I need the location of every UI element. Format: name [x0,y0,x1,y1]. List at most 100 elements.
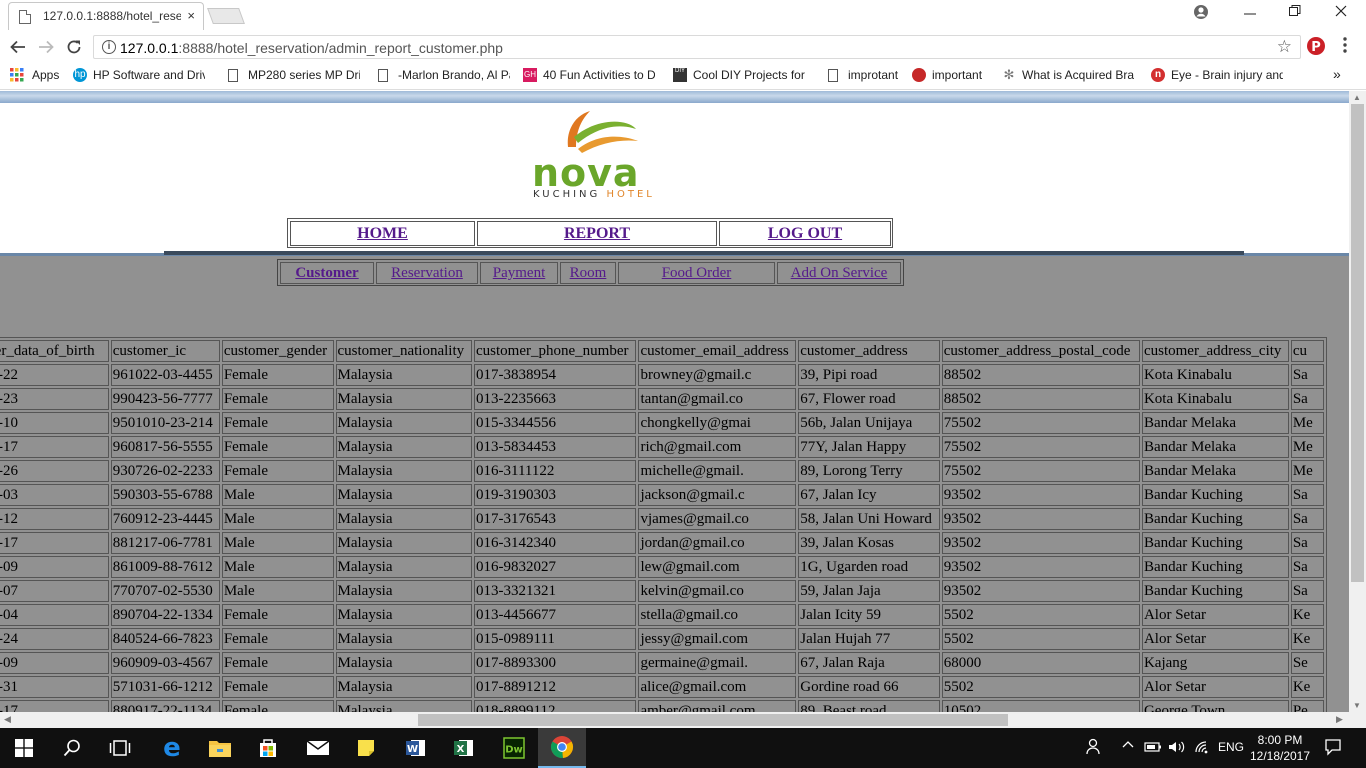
table-cell: 93502 [941,556,1140,578]
scroll-right-icon[interactable]: ▶ [1336,714,1343,725]
bookmark-improtant[interactable]: improtant [828,68,898,82]
table-cell: Female [221,628,334,650]
table-cell: 016-9832027 [474,556,637,578]
forward-icon[interactable] [37,38,55,61]
tab-reservation-link[interactable]: Reservation [391,265,463,281]
volume-icon[interactable] [1168,740,1186,757]
bookmark-mp280[interactable]: MP280 series MP Driv [228,68,360,82]
gh-icon: GH [523,68,537,82]
bookmark-diy[interactable]: DIY Cool DIY Projects for [673,68,805,82]
profile-icon[interactable] [1193,4,1209,23]
taskbar-word[interactable]: W [392,728,440,768]
battery-icon[interactable] [1144,740,1162,757]
scroll-up-icon[interactable]: ▲ [1353,93,1361,102]
bookmark-label: What is Acquired Bra [1022,68,1134,82]
bookmark-apps[interactable]: Apps [10,68,59,82]
pinterest-icon[interactable]: P [1306,36,1326,61]
show-hidden-icons[interactable] [1122,739,1134,754]
taskbar-dreamweaver[interactable]: Dw [490,728,538,768]
nav-logout-link[interactable]: LOG OUT [768,225,842,242]
table-cell: 960817-56-5555 [110,436,220,458]
table-cell: Malaysia [335,364,473,386]
table-cell: Malaysia [335,436,473,458]
bookmark-marlon[interactable]: -Marlon Brando, Al Pa [378,68,510,82]
bookmark-eye[interactable]: n Eye - Brain injury and [1151,68,1283,82]
horizontal-scrollbar[interactable]: ◀ ▶ [0,712,1366,728]
table-cell: 77Y, Jalan Happy [798,436,940,458]
taskbar-mail[interactable] [294,728,342,768]
system-clock[interactable]: 8:00 PM 12/18/2017 [1248,732,1312,764]
taskbar-excel[interactable]: X [440,728,488,768]
table-row: 10-31571031-66-1212FemaleMalaysia017-889… [0,676,1324,698]
column-header: mer_data_of_birth [0,340,109,362]
address-bar[interactable]: i 127.0.0.1:8888/hotel_reservation/admin… [93,35,1301,59]
table-row: 05-24840524-66-7823FemaleMalaysia015-098… [0,628,1324,650]
reload-icon[interactable] [65,38,83,61]
restore-icon[interactable] [1288,4,1302,21]
url-text[interactable]: 127.0.0.1:8888/hotel_reservation/admin_r… [120,40,503,56]
notifications-icon[interactable] [1324,738,1342,759]
search-icon [63,739,80,757]
taskbar-edge[interactable]: e [148,728,196,768]
table-cell: vjames@gmail.co [638,508,797,530]
tab-room-link[interactable]: Room [570,265,607,281]
vertical-scrollbar[interactable]: ▲ ▼ [1349,91,1366,712]
info-icon[interactable]: i [102,40,116,54]
bookmark-star-icon[interactable]: ☆ [1277,37,1292,57]
back-icon[interactable] [9,38,27,61]
people-icon[interactable] [1086,738,1102,759]
taskbar-file-explorer[interactable] [196,728,244,768]
table-cell: 017-3838954 [474,364,637,386]
taskbar-chrome[interactable] [538,728,586,768]
table-cell: 09-12 [0,508,109,530]
language-indicator[interactable]: ENG [1218,740,1244,754]
menu-icon[interactable] [1342,36,1348,59]
windows-logo-icon [15,739,33,757]
start-button[interactable] [0,728,48,768]
bookmark-label: important [932,68,983,82]
task-view-button[interactable] [96,728,144,768]
new-tab-button[interactable] [207,8,245,24]
table-cell: 9501010-23-214 [110,412,220,434]
scroll-left-icon[interactable]: ◀ [4,714,11,725]
scroll-down-icon[interactable]: ▼ [1353,701,1361,710]
table-cell: 013-2235663 [474,388,637,410]
taskbar-sticky-notes[interactable] [342,728,390,768]
table-row: 09-12760912-23-4445MaleMalaysia017-31765… [0,508,1324,530]
horizontal-scroll-thumb[interactable] [418,714,1008,726]
taskbar-store[interactable] [244,728,292,768]
table-cell: 019-3190303 [474,484,637,506]
table-row: 10-22961022-03-4455FemaleMalaysia017-383… [0,364,1324,386]
vertical-scroll-thumb[interactable] [1351,104,1364,582]
bookmark-important[interactable]: important [912,68,982,82]
column-header: customer_phone_number [474,340,637,362]
tab-add-on-service-link[interactable]: Add On Service [791,265,888,281]
minimize-icon[interactable] [1243,2,1257,25]
bookmark-acquired[interactable]: ✻ What is Acquired Bra [1002,68,1134,83]
close-tab-icon[interactable]: × [187,8,195,23]
table-cell: Kota Kinabalu [1141,388,1289,410]
bookmark-hp[interactable]: hp HP Software and Driv [73,68,205,82]
edge-icon: e [163,733,181,763]
table-cell: 960909-03-4567 [110,652,220,674]
tab-payment-link[interactable]: Payment [493,265,546,281]
table-cell: 016-3111122 [474,460,637,482]
table-cell: 5502 [941,676,1140,698]
table-cell: amber@gmail.com [638,700,797,712]
bookmark-40-fun[interactable]: GH 40 Fun Activities to D [523,68,655,82]
nav-home-link[interactable]: HOME [357,225,408,242]
network-icon[interactable] [1194,740,1212,757]
table-cell: Female [221,700,334,712]
table-cell: Bandar Melaka [1141,460,1289,482]
diy-icon: DIY [673,68,687,82]
table-cell: 590303-55-6788 [110,484,220,506]
close-window-icon[interactable] [1334,4,1348,21]
more-bookmarks-button[interactable]: » [1333,66,1341,82]
tab-food-order-link[interactable]: Food Order [662,265,732,281]
search-button[interactable] [48,728,96,768]
nav-report-link[interactable]: REPORT [564,225,630,242]
column-header: cu [1290,340,1324,362]
tab-customer-link[interactable]: Customer [295,265,358,281]
browser-tab[interactable]: 127.0.0.1:8888/hotel_rese × [8,2,204,30]
table-cell: Sa [1290,556,1324,578]
